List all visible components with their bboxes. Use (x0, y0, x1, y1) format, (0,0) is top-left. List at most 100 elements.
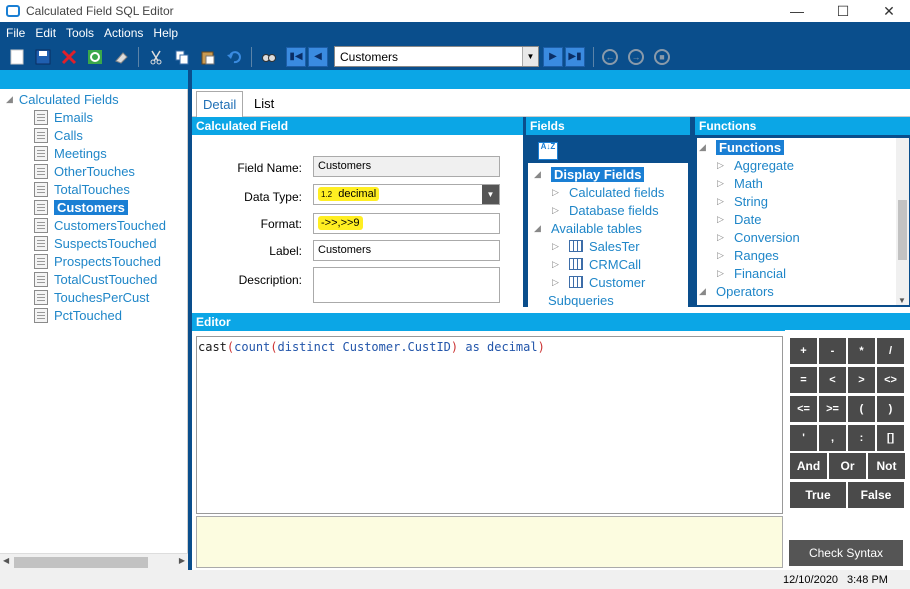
description-input[interactable] (313, 267, 500, 303)
tree-item-suspectstouched[interactable]: SuspectsTouched (34, 235, 157, 252)
collapse-icon[interactable]: ◢ (699, 286, 707, 297)
op-false-button[interactable]: False (848, 482, 904, 508)
op-and-button[interactable]: And (790, 453, 827, 479)
tree-item-table-salester[interactable]: ▷ SalesTer (552, 237, 640, 255)
forward-icon[interactable]: → (628, 48, 644, 65)
tree-item-calls[interactable]: Calls (34, 127, 83, 144)
tree-item-financial[interactable]: ▷ Financial (717, 264, 786, 282)
op-quote-button[interactable]: ' (790, 425, 817, 451)
menu-file[interactable]: File (6, 26, 25, 40)
sort-az-icon[interactable]: A↓Z (538, 142, 558, 160)
expand-icon[interactable]: ▷ (552, 277, 560, 288)
check-syntax-button[interactable]: Check Syntax (789, 540, 903, 566)
scroll-left-icon[interactable]: ◀ (3, 556, 9, 565)
last-record-button[interactable]: ▶▮ (565, 46, 585, 67)
op-minus-button[interactable]: - (819, 338, 846, 364)
chevron-down-icon[interactable]: ▼ (522, 47, 538, 66)
tree-item-meetings[interactable]: Meetings (34, 145, 107, 162)
op-comma-button[interactable]: , (819, 425, 846, 451)
op-close-paren-button[interactable]: ) (877, 396, 904, 422)
tree-item-customerstouched[interactable]: CustomersTouched (34, 217, 166, 234)
collapse-icon[interactable]: ◢ (534, 223, 542, 234)
tree-item-string[interactable]: ▷ String (717, 192, 768, 210)
menu-edit[interactable]: Edit (35, 26, 56, 40)
expand-icon[interactable]: ▷ (552, 205, 560, 216)
back-icon[interactable]: ← (602, 48, 618, 65)
tree-item-functions[interactable]: ◢ Functions (699, 138, 785, 156)
op-plus-button[interactable]: + (790, 338, 817, 364)
tree-item-table-crmcall[interactable]: ▷ CRMCall (552, 255, 641, 273)
copy-icon[interactable] (173, 48, 191, 66)
scrollbar-thumb[interactable] (898, 200, 907, 260)
op-greater-equal-button[interactable]: >= (819, 396, 846, 422)
prev-record-button[interactable]: ◀ (308, 46, 328, 67)
delete-icon[interactable] (60, 48, 78, 66)
tree-root-calculated-fields[interactable]: ◢ Calculated Fields (6, 92, 119, 107)
stop-icon[interactable]: ■ (654, 48, 670, 65)
tab-list[interactable]: List (248, 91, 280, 117)
tree-item-pcttouched[interactable]: PctTouched (34, 307, 122, 324)
tree-item-date[interactable]: ▷ Date (717, 210, 761, 228)
table-combo[interactable]: Customers ▼ (334, 46, 539, 67)
expand-icon[interactable]: ▷ (552, 187, 560, 198)
tree-item-operators[interactable]: ◢ Operators (699, 282, 774, 300)
tree-item-aggregate[interactable]: ▷ Aggregate (717, 156, 794, 174)
format-input[interactable]: ->>,>>9 (313, 213, 500, 234)
op-brackets-button[interactable]: [] (877, 425, 904, 451)
op-or-button[interactable]: Or (829, 453, 866, 479)
maximize-button[interactable]: ☐ (820, 0, 866, 22)
collapse-icon[interactable]: ◢ (534, 169, 542, 180)
expand-icon[interactable]: ▷ (552, 259, 560, 270)
refresh-icon[interactable] (86, 48, 104, 66)
new-icon[interactable] (8, 48, 26, 66)
undo-icon[interactable] (225, 48, 243, 66)
op-multiply-button[interactable]: * (848, 338, 875, 364)
op-less-than-button[interactable]: < (819, 367, 846, 393)
tree-item-ranges[interactable]: ▷ Ranges (717, 246, 779, 264)
expand-icon[interactable]: ▷ (717, 232, 725, 243)
tree-item-touchespercust[interactable]: TouchesPerCust (34, 289, 149, 306)
expand-icon[interactable]: ▷ (717, 214, 725, 225)
collapse-icon[interactable]: ◢ (6, 94, 13, 105)
menu-help[interactable]: Help (153, 26, 178, 40)
sql-editor[interactable]: cast(count(distinct Customer.CustID) as … (196, 336, 783, 514)
tree-item-math[interactable]: ▷ Math (717, 174, 763, 192)
data-type-select[interactable]: 1.2 decimal ▼ (313, 184, 500, 205)
first-record-button[interactable]: ▮◀ (286, 46, 306, 67)
collapse-icon[interactable]: ◢ (699, 142, 707, 153)
label-input[interactable]: Customers (313, 240, 500, 261)
op-greater-than-button[interactable]: > (848, 367, 875, 393)
save-icon[interactable] (34, 48, 52, 66)
expand-icon[interactable]: ▷ (717, 196, 725, 207)
op-not-button[interactable]: Not (868, 453, 905, 479)
expand-icon[interactable]: ▷ (717, 160, 725, 171)
tree-item-conversion[interactable]: ▷ Conversion (717, 228, 800, 246)
tree-item-available-tables[interactable]: ◢ Available tables (534, 219, 642, 237)
find-icon[interactable] (260, 48, 278, 66)
op-divide-button[interactable]: / (877, 338, 904, 364)
next-record-button[interactable]: ▶ (543, 46, 563, 67)
op-equals-button[interactable]: = (790, 367, 817, 393)
scroll-right-icon[interactable]: ▶ (179, 556, 185, 565)
paste-icon[interactable] (199, 48, 217, 66)
tree-item-subqueries[interactable]: Subqueries (548, 291, 614, 308)
tree-item-database-fields[interactable]: ▷ Database fields (552, 201, 659, 219)
expand-icon[interactable]: ▷ (717, 250, 725, 261)
field-name-input[interactable]: Customers (313, 156, 500, 177)
expand-icon[interactable]: ▷ (717, 268, 725, 279)
cut-icon[interactable] (147, 48, 165, 66)
tree-item-totalcusttouched[interactable]: TotalCustTouched (34, 271, 157, 288)
tree-item-calculated-fields[interactable]: ▷ Calculated fields (552, 183, 664, 201)
op-not-equal-button[interactable]: <> (877, 367, 904, 393)
expand-icon[interactable]: ▷ (717, 178, 725, 189)
minimize-button[interactable]: — (774, 0, 820, 22)
tab-detail[interactable]: Detail (196, 91, 244, 117)
op-true-button[interactable]: True (790, 482, 846, 508)
op-open-paren-button[interactable]: ( (848, 396, 875, 422)
tree-horizontal-scrollbar[interactable]: ◀ ▶ (0, 553, 188, 570)
scrollbar-thumb[interactable] (14, 557, 148, 568)
tree-item-prospectstouched[interactable]: ProspectsTouched (34, 253, 161, 270)
close-window-button[interactable]: ✕ (866, 0, 910, 22)
tree-item-display-fields[interactable]: ◢ Display Fields (534, 165, 645, 183)
op-less-equal-button[interactable]: <= (790, 396, 817, 422)
